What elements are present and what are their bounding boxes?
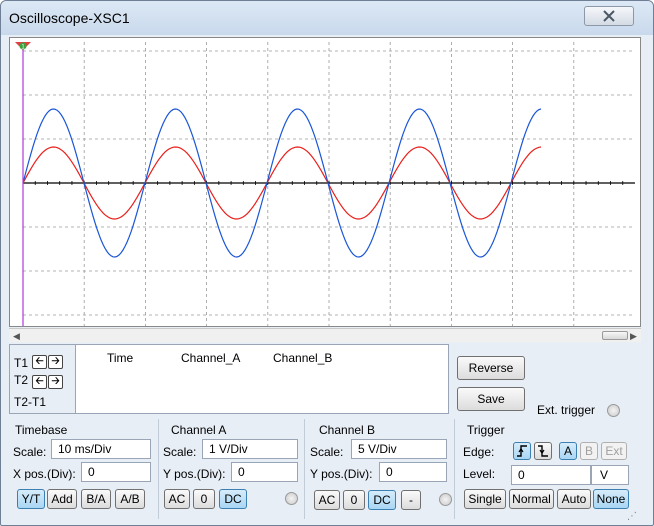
reverse-button[interactable]: Reverse bbox=[457, 356, 525, 380]
falling-edge-button[interactable] bbox=[534, 442, 552, 460]
horizontal-scrollbar[interactable]: ◀ ▶ bbox=[9, 328, 641, 342]
trigger-source-a-button[interactable]: A bbox=[559, 442, 577, 460]
falling-edge-icon bbox=[538, 445, 548, 457]
rising-edge-button[interactable] bbox=[513, 442, 531, 460]
t2-left-arrow-icon[interactable]: 🡠 bbox=[32, 375, 47, 389]
channel-a-title: Channel A bbox=[171, 423, 227, 437]
cursor-labels: T1 🡠 🡢 T2 🡠 🡢 T2-T1 bbox=[10, 345, 76, 413]
cursor-t1-marker[interactable]: 1 bbox=[15, 42, 31, 51]
timebase-title: Timebase bbox=[15, 423, 68, 437]
channel-a-ypos-label: Y pos.(Div): bbox=[163, 467, 226, 481]
trigger-normal-button[interactable]: Normal bbox=[509, 489, 554, 509]
timebase-scale-field[interactable]: 10 ms/Div bbox=[51, 439, 151, 459]
save-button[interactable]: Save bbox=[457, 387, 525, 411]
divider bbox=[158, 419, 159, 519]
trigger-edge-label: Edge: bbox=[463, 445, 495, 459]
channel-b-scale-field[interactable]: 5 V/Div bbox=[351, 439, 447, 459]
mode-add-button[interactable]: Add bbox=[47, 489, 77, 509]
t1-right-arrow-icon[interactable]: 🡢 bbox=[48, 355, 63, 369]
mode-yt-button[interactable]: Y/T bbox=[17, 489, 45, 509]
divider bbox=[454, 419, 455, 519]
ext-trigger-terminal[interactable] bbox=[607, 404, 620, 417]
channel-a-terminal[interactable] bbox=[285, 492, 298, 505]
mode-ba-button[interactable]: B/A bbox=[81, 489, 111, 509]
mode-ab-button[interactable]: A/B bbox=[115, 489, 145, 509]
channel-b-scale-label: Scale: bbox=[310, 445, 344, 459]
channel-a-ypos-field[interactable]: 0 bbox=[231, 462, 298, 482]
channel-a-dc-button[interactable]: DC bbox=[219, 489, 247, 509]
channel-b-ac-button[interactable]: AC bbox=[314, 490, 340, 510]
channel-b-ypos-label: Y pos.(Div): bbox=[310, 467, 373, 481]
trigger-source-ext-button[interactable]: Ext bbox=[601, 442, 627, 460]
t1-label: T1 bbox=[14, 356, 29, 370]
channel-b-ypos-field[interactable]: 0 bbox=[379, 462, 447, 482]
ext-trigger-label: Ext. trigger bbox=[537, 403, 596, 417]
window-title: Oscilloscope-XSC1 bbox=[9, 10, 130, 26]
channel-b-zero-button[interactable]: 0 bbox=[343, 490, 365, 510]
rising-edge-icon bbox=[517, 445, 527, 457]
title-bar: Oscilloscope-XSC1 bbox=[1, 1, 653, 35]
close-icon bbox=[603, 10, 615, 22]
waveform-display[interactable]: 1 bbox=[10, 38, 640, 326]
trigger-none-button[interactable]: None bbox=[593, 489, 629, 509]
channel-b-terminal[interactable] bbox=[439, 493, 452, 506]
timebase-xpos-field[interactable]: 0 bbox=[81, 462, 151, 482]
scroll-right-icon[interactable]: ▶ bbox=[630, 331, 637, 342]
divider bbox=[304, 419, 305, 519]
col-channel-b: Channel_B bbox=[273, 351, 333, 365]
scroll-thumb[interactable] bbox=[602, 331, 628, 340]
trigger-source-b-button[interactable]: B bbox=[580, 442, 598, 460]
t1-left-arrow-icon[interactable]: 🡠 bbox=[32, 355, 47, 369]
oscilloscope-window: Oscilloscope-XSC1 1 ◀ ▶ T1 🡠 🡢 T2 🡠 🡢 T2… bbox=[0, 0, 654, 526]
t2-label: T2 bbox=[14, 373, 29, 387]
trigger-auto-button[interactable]: Auto bbox=[557, 489, 591, 509]
t2-right-arrow-icon[interactable]: 🡢 bbox=[48, 375, 63, 389]
timebase-xpos-label: X pos.(Div): bbox=[13, 467, 76, 481]
close-button[interactable] bbox=[584, 6, 634, 26]
resize-grip-icon[interactable]: ⋰ bbox=[627, 511, 637, 522]
channel-a-ac-button[interactable]: AC bbox=[164, 489, 190, 509]
channel-a-zero-button[interactable]: 0 bbox=[193, 489, 215, 509]
trigger-single-button[interactable]: Single bbox=[464, 489, 506, 509]
cursor-readout-panel: T1 🡠 🡢 T2 🡠 🡢 T2-T1 Time Channel_A Chann… bbox=[9, 344, 449, 414]
trigger-level-unit[interactable]: V bbox=[591, 465, 629, 485]
oscilloscope-screen[interactable]: 1 bbox=[9, 37, 641, 327]
timebase-scale-label: Scale: bbox=[13, 445, 47, 459]
trigger-level-label: Level: bbox=[463, 467, 496, 481]
trigger-title: Trigger bbox=[467, 423, 505, 437]
scroll-left-icon[interactable]: ◀ bbox=[13, 331, 20, 342]
channel-b-minus-button[interactable]: - bbox=[401, 490, 421, 510]
t2-t1-label: T2-T1 bbox=[14, 395, 47, 409]
channel-b-title: Channel B bbox=[319, 423, 376, 437]
col-time: Time bbox=[107, 351, 134, 365]
channel-b-dc-button[interactable]: DC bbox=[368, 490, 396, 510]
channel-a-scale-label: Scale: bbox=[163, 445, 197, 459]
trigger-level-field[interactable]: 0 bbox=[511, 465, 591, 485]
channel-a-scale-field[interactable]: 1 V/Div bbox=[202, 439, 298, 459]
col-channel-a: Channel_A bbox=[181, 351, 241, 365]
